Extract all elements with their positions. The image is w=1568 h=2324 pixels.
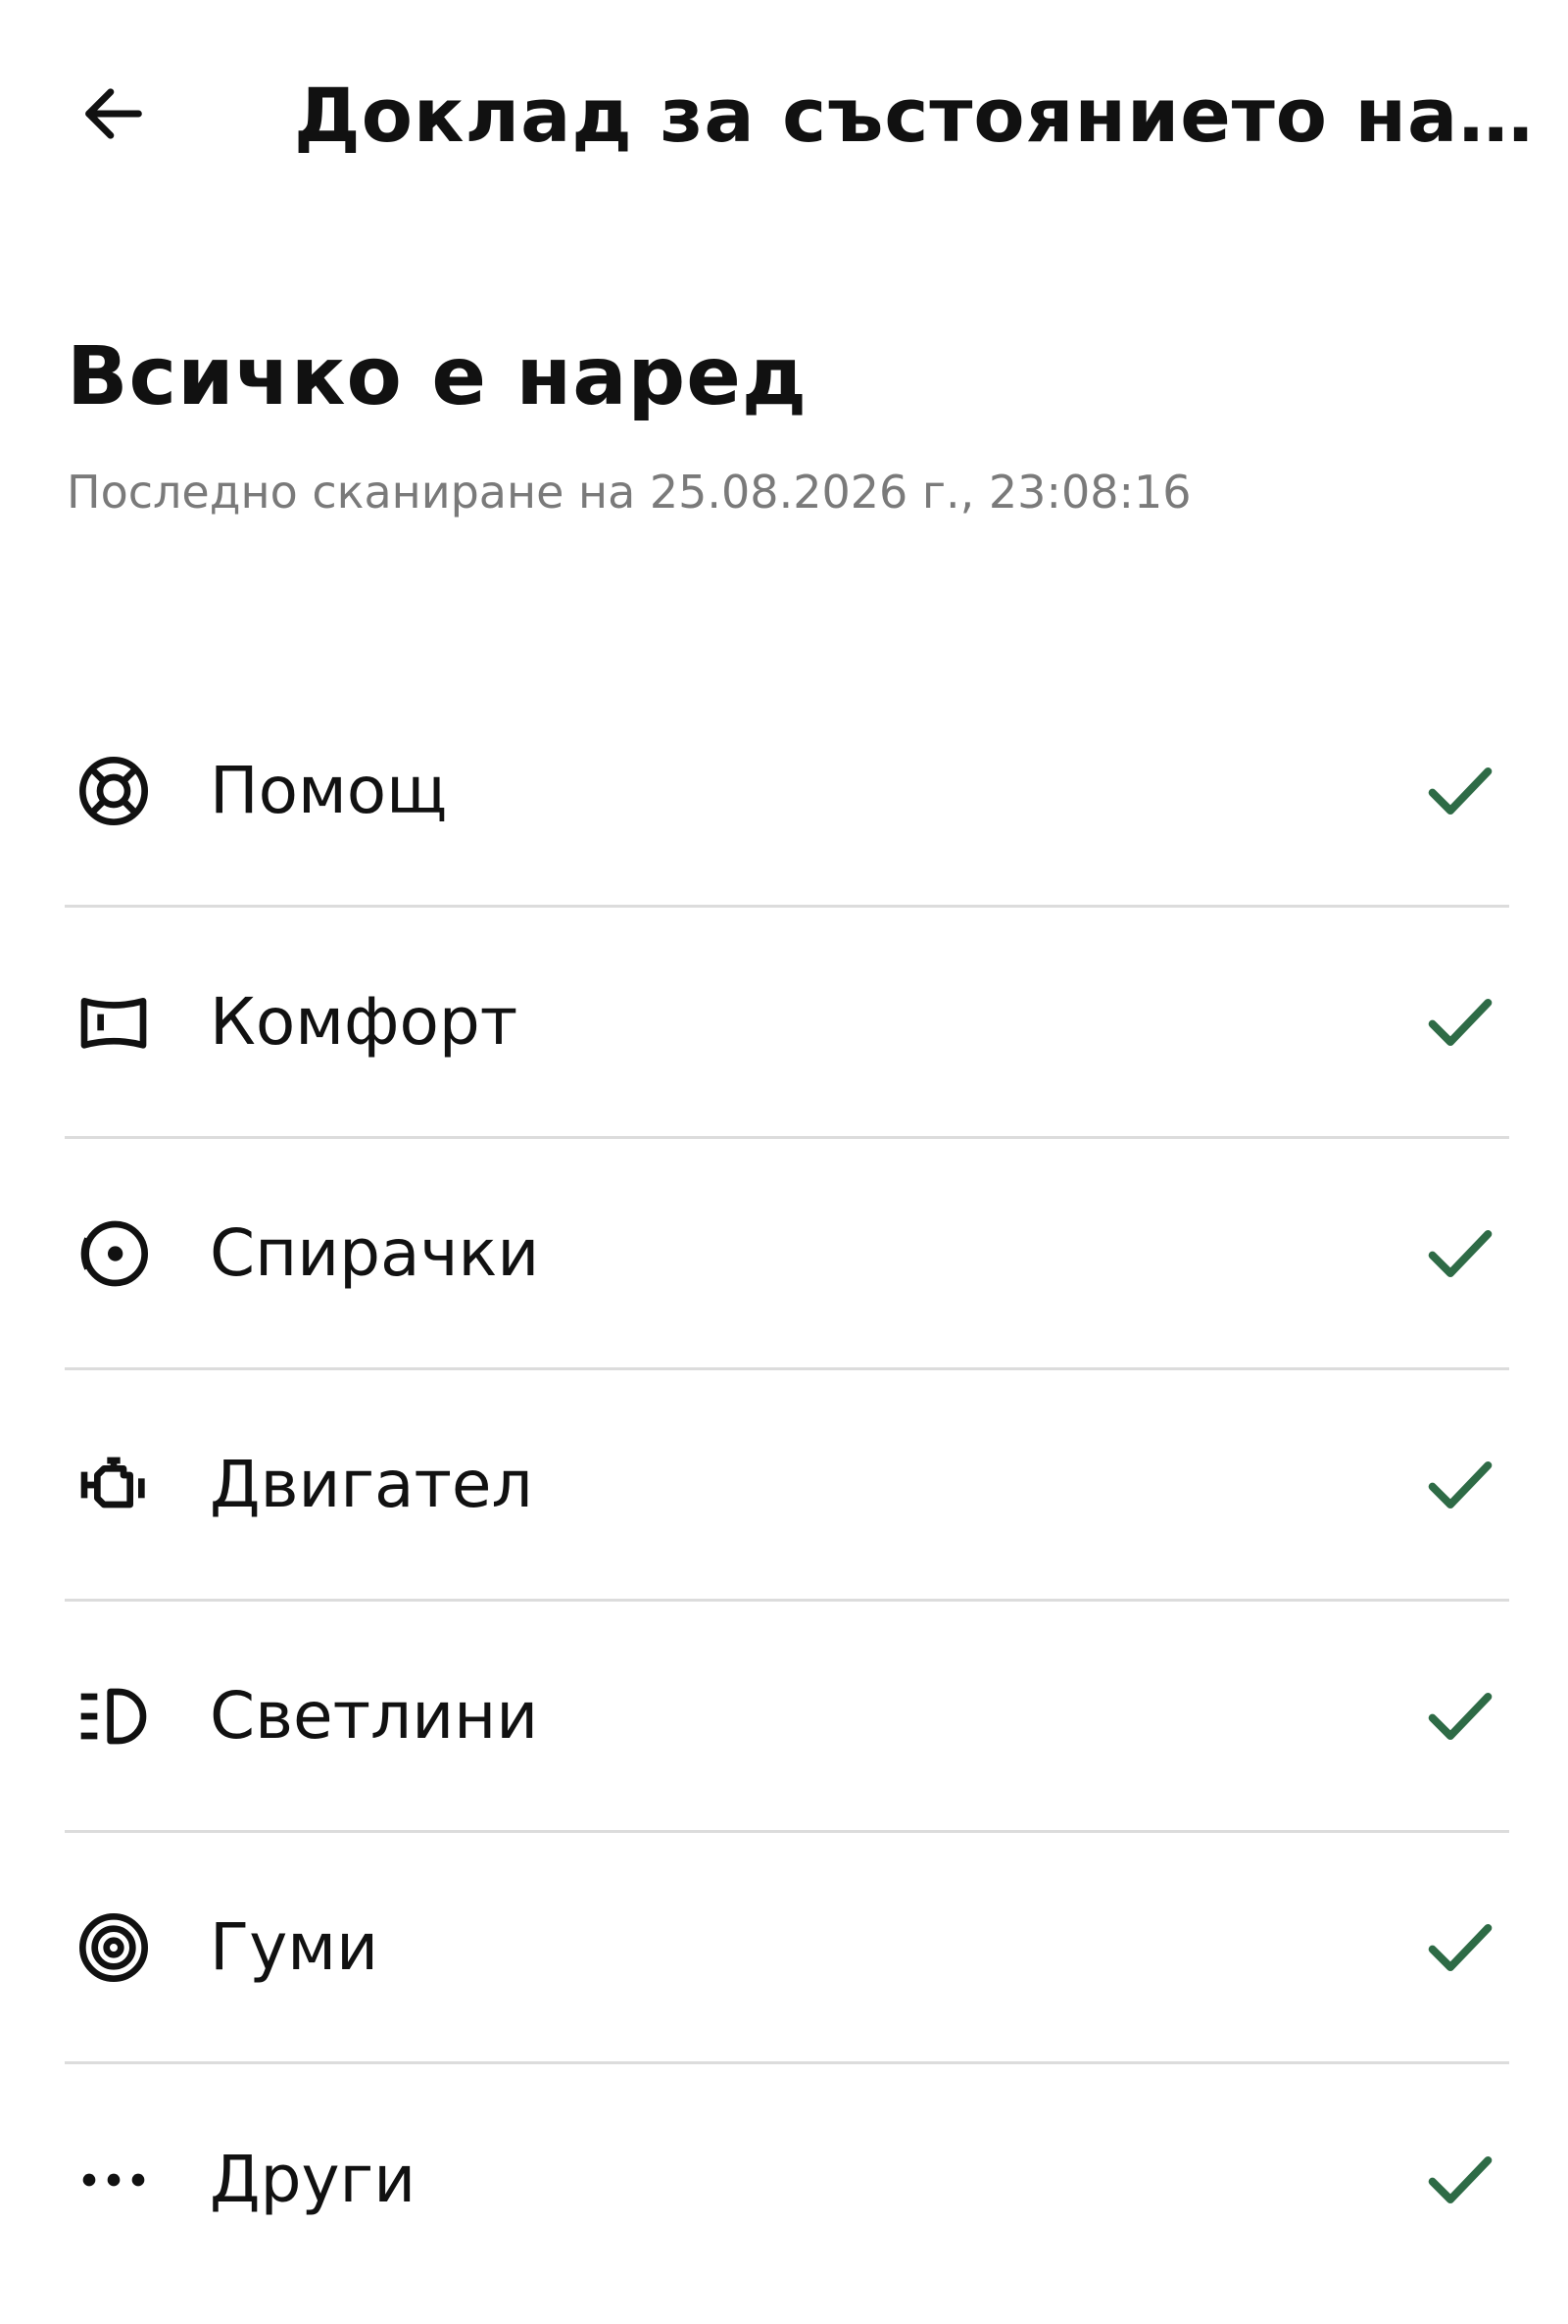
more-dots-icon (74, 2141, 153, 2219)
back-button[interactable] (59, 59, 169, 169)
item-label: Спирачки (210, 1214, 540, 1291)
check-icon (1421, 1214, 1499, 1293)
summary-section: Всичко е наред Последно сканиране на 25.… (67, 323, 1507, 521)
check-icon (1421, 983, 1499, 1062)
check-icon (1421, 2141, 1499, 2219)
item-label: Комфорт (210, 983, 518, 1060)
item-label: Светлини (210, 1677, 539, 1754)
item-label: Двигател (210, 1446, 533, 1522)
health-check-list: Помощ Комфорт Спирачки Двигател Светлини… (65, 676, 1509, 2296)
list-item-tires[interactable]: Гуми (65, 1833, 1509, 2064)
tire-icon (74, 1908, 153, 1987)
list-item-lights[interactable]: Светлини (65, 1602, 1509, 1833)
brake-disc-icon (74, 1214, 153, 1293)
screen-title: Доклад за състоянието на ав... (294, 72, 1539, 159)
check-icon (1421, 1677, 1499, 1755)
list-item-other[interactable]: Други (65, 2064, 1509, 2296)
list-item-brakes[interactable]: Спирачки (65, 1139, 1509, 1370)
check-icon (1421, 752, 1499, 830)
check-icon (1421, 1908, 1499, 1987)
status-title: Всичко е наред (67, 330, 808, 423)
item-label: Помощ (210, 752, 448, 828)
app-bar: Доклад за състоянието на ав... (0, 0, 1568, 235)
lifebuoy-icon (74, 752, 153, 830)
arrow-left-icon (85, 88, 142, 139)
list-item-comfort[interactable]: Комфорт (65, 908, 1509, 1139)
item-label: Гуми (210, 1908, 378, 1985)
check-icon (1421, 1446, 1499, 1524)
list-item-assistance[interactable]: Помощ (65, 676, 1509, 908)
engine-icon (74, 1446, 153, 1524)
seat-comfort-icon (74, 983, 153, 1062)
last-scan-text: Последно сканиране на 25.08.2026 г., 23:… (67, 466, 1192, 519)
item-label: Други (210, 2142, 416, 2217)
list-item-engine[interactable]: Двигател (65, 1370, 1509, 1602)
headlight-icon (74, 1677, 153, 1755)
